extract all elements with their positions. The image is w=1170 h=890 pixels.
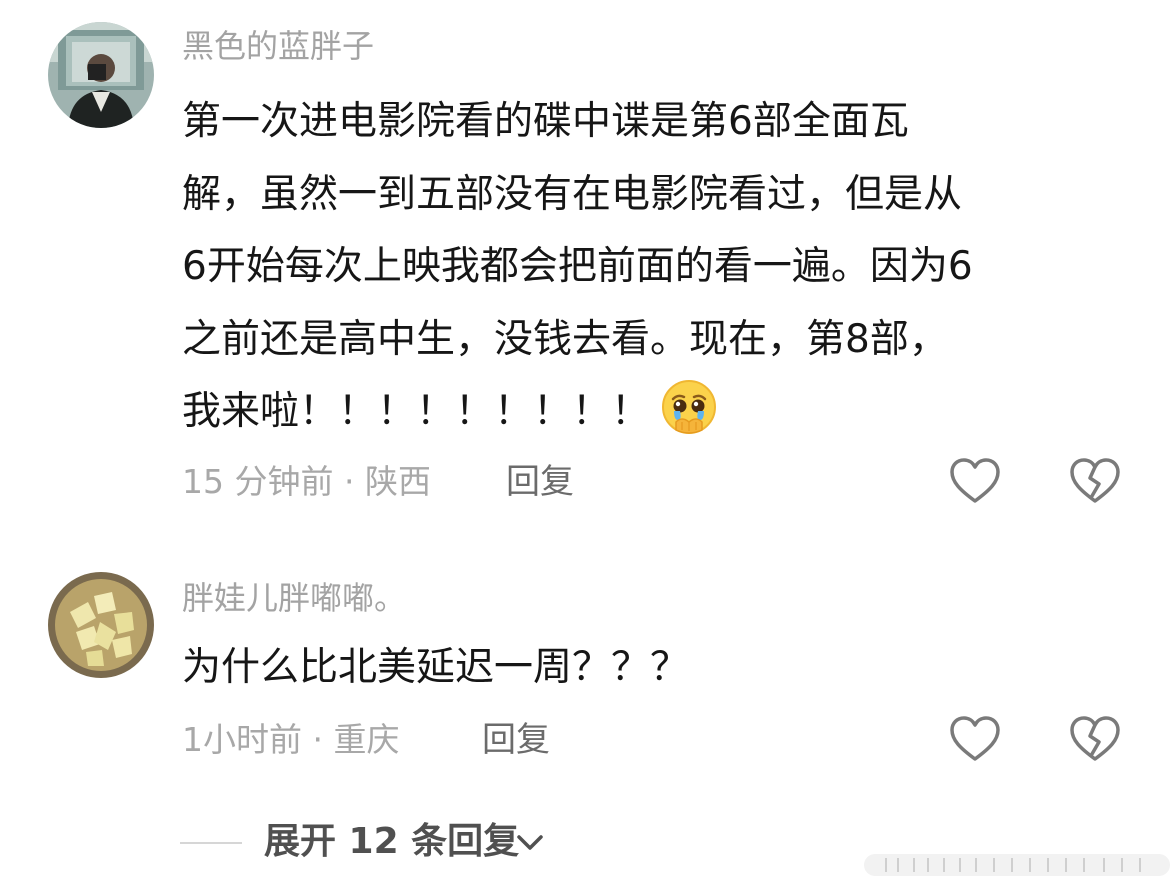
person-photo-avatar xyxy=(48,22,154,128)
username[interactable]: 胖娃儿胖嘟嘟。 xyxy=(182,578,406,618)
avatar[interactable] xyxy=(48,572,154,678)
heart-outline-icon xyxy=(950,716,1000,761)
chevron-down-icon[interactable] xyxy=(514,828,546,858)
dislike-button[interactable] xyxy=(1068,714,1122,764)
comment-body-line-text: 我来啦！！！！！！！！！ xyxy=(182,389,651,434)
comment-meta: 1小时前 · 重庆 xyxy=(182,720,400,759)
expand-replies[interactable]: 展开 12 条回复 xyxy=(180,812,680,872)
comment-body-line: 第一次进电影院看的碟中谍是第6部全面瓦 xyxy=(182,99,909,144)
username[interactable]: 黑色的蓝胖子 xyxy=(182,26,374,66)
watermark xyxy=(864,852,1170,878)
comment-body-line: 我来啦！！！！！！！！！ xyxy=(182,376,973,449)
heart-outline-icon xyxy=(950,458,1000,503)
food-photo-avatar xyxy=(48,572,154,678)
comment-body-line: 解，虽然一到五部没有在电影院看过，但是从 xyxy=(182,171,963,217)
comment-meta: 15 分钟前 · 陕西 xyxy=(182,462,431,501)
avatar[interactable] xyxy=(48,22,154,128)
pleading-face-emoji-icon xyxy=(660,378,718,436)
comment-body-line: 之前还是高中生，没钱去看。现在，第8部， xyxy=(182,316,948,362)
comment-body: 为什么比北美延迟一周？？？ xyxy=(182,632,689,705)
dislike-button[interactable] xyxy=(1068,456,1122,506)
reply-button[interactable]: 回复 xyxy=(506,462,574,502)
expand-replies-label[interactable]: 展开 12 条回复 xyxy=(264,820,519,864)
divider-line xyxy=(180,842,242,844)
comment-body-line: 6开始每次上映我都会把前面的看一遍。因为6 xyxy=(182,244,973,289)
reply-button[interactable]: 回复 xyxy=(482,720,550,760)
comment-body: 第一次进电影院看的碟中谍是第6部全面瓦 解，虽然一到五部没有在电影院看过，但是从… xyxy=(182,86,973,449)
broken-heart-icon xyxy=(1070,458,1120,503)
comment-thread: 黑色的蓝胖子 第一次进电影院看的碟中谍是第6部全面瓦 解，虽然一到五部没有在电影… xyxy=(0,0,1170,890)
comment-body-line: 为什么比北美延迟一周？？？ xyxy=(182,645,690,690)
like-button[interactable] xyxy=(948,456,1002,506)
like-button[interactable] xyxy=(948,714,1002,764)
broken-heart-icon xyxy=(1070,716,1120,761)
